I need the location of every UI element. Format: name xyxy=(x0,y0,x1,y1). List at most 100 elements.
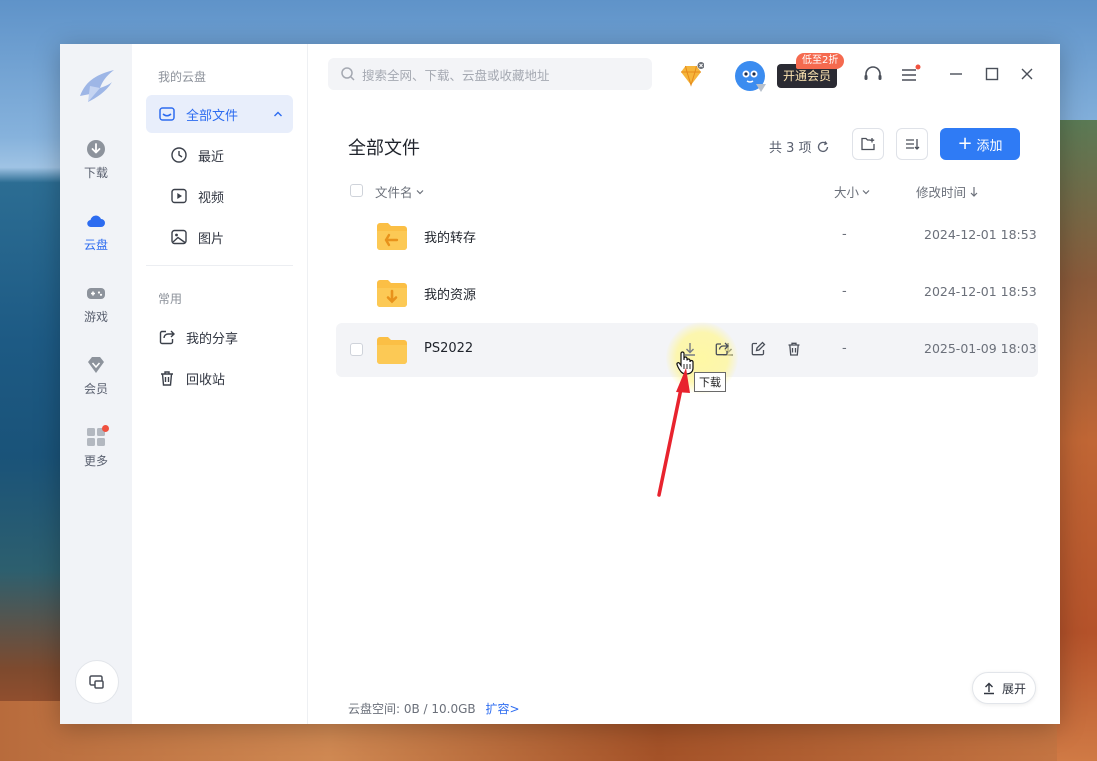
rail-item-download[interactable]: 下载 xyxy=(60,138,132,194)
nav-label-videos: 视频 xyxy=(198,190,225,206)
table-row[interactable]: 我的转存 - 2024-12-01 18:53 xyxy=(336,209,1038,263)
arrow-down-icon xyxy=(970,186,978,197)
nav-item-images[interactable]: 图片 xyxy=(146,218,293,256)
new-folder-button[interactable] xyxy=(852,128,884,160)
expand-storage-link[interactable]: 扩容> xyxy=(486,702,520,716)
item-count: 共 3 项 xyxy=(769,137,830,156)
section-my-cloud: 我的云盘 xyxy=(158,70,207,84)
nav-item-recent[interactable]: 最近 xyxy=(146,136,293,174)
rail-label-vip: 会员 xyxy=(83,382,108,396)
section-common: 常用 xyxy=(158,292,183,306)
file-time: 2024-12-01 18:53 xyxy=(924,227,1037,242)
rail-item-more[interactable]: 更多 xyxy=(60,426,132,482)
file-name[interactable]: PS2022 xyxy=(424,341,473,356)
nav-label-all-files: 全部文件 xyxy=(186,108,239,124)
folder-icon xyxy=(377,337,407,364)
nav-label-my-share: 我的分享 xyxy=(186,331,239,347)
plus-icon: + xyxy=(957,133,973,154)
rail-label-cloud: 云盘 xyxy=(83,238,108,252)
search-input[interactable]: 搜索全网、下载、云盘或收藏地址 xyxy=(328,58,652,90)
app-window: 下载 云盘 游戏 会员 更多 我的云盘 全部文件 最近 视频 图片 常用 我的分… xyxy=(60,44,1060,724)
download-circle-icon xyxy=(87,140,105,158)
share-action-icon[interactable] xyxy=(714,341,730,357)
folder-transfer-icon xyxy=(377,223,407,250)
nav-divider xyxy=(146,265,293,266)
app-logo-icon xyxy=(80,70,114,102)
chevron-up-icon[interactable] xyxy=(273,109,283,119)
switch-mode-button[interactable] xyxy=(75,660,119,704)
edit-action-icon[interactable] xyxy=(750,341,766,357)
expand-button[interactable]: 展开 xyxy=(972,672,1036,704)
add-button-label: 添加 xyxy=(976,138,1003,154)
sort-button[interactable] xyxy=(896,128,928,160)
item-count-label: 共 3 项 xyxy=(769,141,812,156)
file-name[interactable]: 我的资源 xyxy=(424,284,476,303)
sort-icon xyxy=(906,139,920,150)
video-icon xyxy=(171,188,187,204)
storage-quota: 云盘空间: 0B / 10.0GB 扩容> xyxy=(348,700,520,717)
rail-label-more: 更多 xyxy=(83,454,108,468)
nav-label-recent: 最近 xyxy=(198,149,225,165)
trash-icon xyxy=(161,371,173,386)
close-icon[interactable] xyxy=(1019,66,1035,82)
inbox-icon xyxy=(159,107,175,121)
refresh-icon[interactable] xyxy=(816,140,830,154)
file-time: 2025-01-09 18:03 xyxy=(924,341,1037,356)
rail-item-cloud[interactable]: 云盘 xyxy=(60,210,132,266)
nav-item-videos[interactable]: 视频 xyxy=(146,177,293,215)
page-title: 全部文件 xyxy=(348,138,420,159)
file-time: 2024-12-01 18:53 xyxy=(924,284,1037,299)
diamond-icon xyxy=(88,357,104,373)
minimize-icon[interactable] xyxy=(948,66,964,82)
avatar[interactable] xyxy=(734,60,768,94)
column-size-label: 大小 xyxy=(834,185,860,200)
nav-label-recycle-bin: 回收站 xyxy=(186,372,226,388)
rail-item-vip[interactable]: 会员 xyxy=(60,354,132,410)
gem-reward-icon[interactable] xyxy=(678,62,704,88)
nav-item-all-files[interactable]: 全部文件 xyxy=(146,95,293,133)
column-time-header[interactable]: 修改时间 xyxy=(916,182,979,201)
chevron-down-icon xyxy=(862,189,870,194)
file-size: - xyxy=(842,284,847,299)
delete-action-icon[interactable] xyxy=(786,341,802,357)
menu-icon[interactable] xyxy=(896,62,922,88)
desktop-wallpaper-edge xyxy=(1057,120,1097,761)
clock-icon xyxy=(171,147,187,163)
nav-item-my-share[interactable]: 我的分享 xyxy=(146,318,293,356)
column-size-header[interactable]: 大小 xyxy=(834,182,871,201)
row-checkbox[interactable] xyxy=(350,343,363,356)
share-icon xyxy=(159,330,175,345)
chevron-down-icon xyxy=(416,189,423,194)
maximize-icon[interactable] xyxy=(984,66,1000,82)
quota-label: 云盘空间: xyxy=(348,702,401,716)
discount-tag: 低至2折 xyxy=(796,53,845,69)
add-button[interactable]: + 添加 xyxy=(940,128,1020,160)
rail-label-games: 游戏 xyxy=(83,310,108,324)
column-name-label: 文件名 xyxy=(375,185,413,200)
table-row[interactable]: 我的资源 - 2024-12-01 18:53 xyxy=(336,266,1038,320)
upload-arrow-icon xyxy=(983,682,994,695)
left-rail: 下载 云盘 游戏 会员 更多 xyxy=(60,44,132,724)
new-folder-icon xyxy=(861,137,875,151)
rail-label-download: 下载 xyxy=(83,166,108,180)
file-size: - xyxy=(842,227,847,242)
quota-value: 0B / 10.0GB xyxy=(403,702,476,716)
cloud-icon xyxy=(87,215,105,228)
screen-switch-icon xyxy=(89,675,104,689)
select-all-checkbox[interactable] xyxy=(350,184,363,197)
nav-item-recycle-bin[interactable]: 回收站 xyxy=(146,359,293,397)
folder-download-icon xyxy=(377,280,407,307)
headset-icon[interactable] xyxy=(860,62,886,88)
expand-label: 展开 xyxy=(1001,681,1026,696)
rail-item-games[interactable]: 游戏 xyxy=(60,282,132,338)
file-name[interactable]: 我的转存 xyxy=(424,227,476,246)
cloud-nav: 我的云盘 全部文件 最近 视频 图片 常用 我的分享 回收站 xyxy=(132,44,308,724)
column-time-label: 修改时间 xyxy=(916,185,967,200)
column-name-header[interactable]: 文件名 xyxy=(375,182,425,201)
nav-label-images: 图片 xyxy=(198,231,225,247)
download-tooltip: 下载 xyxy=(694,372,726,392)
gamepad-icon xyxy=(87,288,105,299)
file-size: - xyxy=(842,341,847,356)
main-panel: 搜索全网、下载、云盘或收藏地址 开通会员 低至2折 全部文件 共 3 项 + 添… xyxy=(308,44,1060,724)
image-icon xyxy=(171,229,187,245)
